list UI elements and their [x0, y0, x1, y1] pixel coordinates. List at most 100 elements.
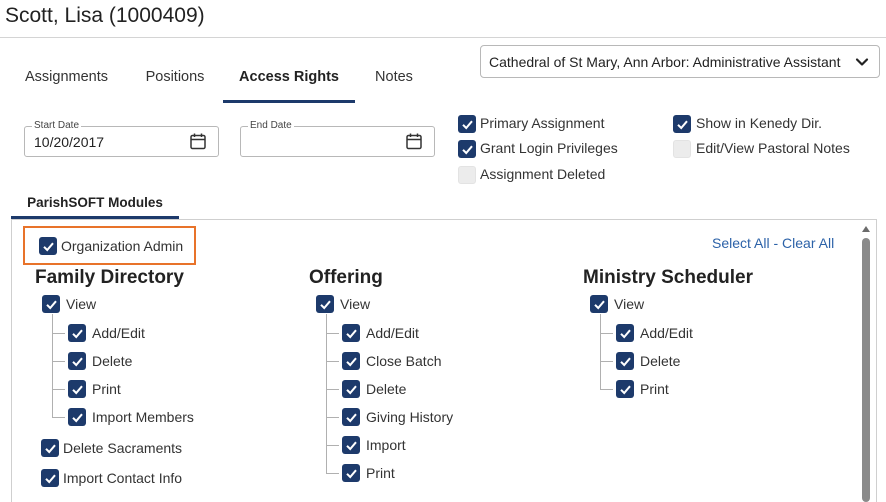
ms-add-edit-checkbox[interactable] [616, 324, 634, 342]
off-import-checkbox[interactable] [342, 436, 360, 454]
ms-tree-branch [600, 361, 613, 362]
primary-assignment-label: Primary Assignment [480, 115, 605, 131]
ms-view-label: View [614, 296, 645, 312]
clear-all-link[interactable]: Clear All [782, 235, 834, 251]
fd-tree-line [52, 314, 53, 417]
tab-access-rights[interactable]: Access Rights [223, 52, 355, 103]
check-icon [619, 385, 631, 394]
fd-import-contact-info-checkbox[interactable] [41, 469, 59, 487]
fd-delete-sacraments-label: Delete Sacraments [63, 440, 183, 456]
off-tree-branch [326, 361, 339, 362]
primary-assignment-checkbox[interactable] [458, 115, 476, 133]
ms-print-checkbox[interactable] [616, 380, 634, 398]
check-icon [345, 441, 357, 450]
off-close-batch-label: Close Batch [366, 353, 442, 369]
family-directory-heading: Family Directory [35, 267, 184, 288]
org-admin-checkbox[interactable] [39, 237, 57, 255]
fd-delete-label: Delete [92, 353, 133, 369]
off-close-batch-checkbox[interactable] [342, 352, 360, 370]
check-icon [461, 120, 473, 129]
ms-tree-branch [600, 333, 613, 334]
show-in-dir-checkbox[interactable] [673, 115, 691, 133]
end-date-label: End Date [248, 120, 294, 132]
ms-delete-checkbox[interactable] [616, 352, 634, 370]
off-tree-branch [326, 473, 339, 474]
check-icon [71, 385, 83, 394]
fd-tree-branch [52, 333, 65, 334]
off-add-edit-checkbox[interactable] [342, 324, 360, 342]
fd-add-edit-checkbox[interactable] [68, 324, 86, 342]
fd-import-contact-info-label: Import Contact Info [63, 470, 183, 486]
edit-pastoral-notes-checkbox[interactable] [673, 140, 691, 158]
off-add-edit-label: Add/Edit [366, 325, 419, 341]
fd-import-members-checkbox[interactable] [68, 408, 86, 426]
assignment-select-value: Cathedral of St Mary, Ann Arbor: Adminis… [489, 53, 841, 70]
off-delete-label: Delete [366, 381, 407, 397]
tab-notes[interactable]: Notes [362, 52, 426, 102]
check-icon [44, 474, 56, 483]
tab-assignments[interactable]: Assignments [11, 52, 122, 102]
calendar-icon[interactable] [190, 133, 206, 150]
tab-positions[interactable]: Positions [130, 52, 220, 102]
start-date-field[interactable]: Start Date 10/20/2017 [24, 120, 219, 157]
ms-tree-branch [600, 389, 613, 390]
org-admin-label: Organization Admin [61, 238, 184, 254]
ms-print-label: Print [640, 381, 669, 397]
check-icon [44, 444, 56, 453]
off-view-checkbox[interactable] [316, 295, 334, 313]
off-import-label: Import [366, 437, 406, 453]
ministry-scheduler-heading: Ministry Scheduler [583, 267, 753, 288]
fd-tree-branch [52, 389, 65, 390]
check-icon [345, 469, 357, 478]
check-icon [71, 357, 83, 366]
calendar-icon[interactable] [406, 133, 422, 150]
off-print-label: Print [366, 465, 395, 481]
off-tree-branch [326, 333, 339, 334]
assignment-select[interactable]: Cathedral of St Mary, Ann Arbor: Adminis… [480, 45, 880, 78]
fd-print-label: Print [92, 381, 121, 397]
page-title: Scott, Lisa (1000409) [5, 4, 205, 27]
off-view-label: View [340, 296, 371, 312]
check-icon [319, 300, 331, 309]
ms-delete-label: Delete [640, 353, 681, 369]
fd-delete-checkbox[interactable] [68, 352, 86, 370]
check-icon [71, 329, 83, 338]
off-tree-branch [326, 389, 339, 390]
check-icon [676, 120, 688, 129]
start-date-value: 10/20/2017 [34, 134, 105, 150]
off-delete-checkbox[interactable] [342, 380, 360, 398]
title-divider [0, 37, 886, 38]
fd-view-label: View [66, 296, 97, 312]
link-separator: - [773, 235, 779, 251]
assignment-deleted-label: Assignment Deleted [480, 166, 606, 182]
tab-parishsoft-modules[interactable]: ParishSOFT Modules [11, 189, 179, 219]
select-clear-links: Select All - Clear All [712, 235, 834, 251]
off-print-checkbox[interactable] [342, 464, 360, 482]
fd-delete-sacraments-checkbox[interactable] [41, 439, 59, 457]
check-icon [42, 242, 54, 251]
chevron-down-icon [855, 58, 869, 66]
scrollbar-thumb[interactable] [862, 238, 870, 502]
check-icon [619, 329, 631, 338]
grant-login-checkbox[interactable] [458, 140, 476, 158]
fd-tree-branch [52, 417, 65, 418]
fd-view-checkbox[interactable] [42, 295, 60, 313]
show-in-dir-label: Show in Kenedy Dir. [696, 115, 823, 131]
edit-pastoral-notes-label: Edit/View Pastoral Notes [696, 140, 850, 156]
assignment-deleted-checkbox[interactable] [458, 166, 476, 184]
scroll-up-arrow-icon[interactable] [862, 226, 870, 232]
ms-add-edit-label: Add/Edit [640, 325, 693, 341]
offering-heading: Offering [309, 267, 383, 288]
end-date-field[interactable]: End Date [240, 120, 435, 157]
ms-view-checkbox[interactable] [590, 295, 608, 313]
start-date-label: Start Date [32, 120, 82, 132]
select-all-link[interactable]: Select All [712, 235, 770, 251]
off-tree-branch [326, 445, 339, 446]
check-icon [345, 329, 357, 338]
off-giving-history-label: Giving History [366, 409, 454, 425]
off-tree-branch [326, 417, 339, 418]
off-giving-history-checkbox[interactable] [342, 408, 360, 426]
fd-add-edit-label: Add/Edit [92, 325, 145, 341]
fd-print-checkbox[interactable] [68, 380, 86, 398]
check-icon [45, 300, 57, 309]
